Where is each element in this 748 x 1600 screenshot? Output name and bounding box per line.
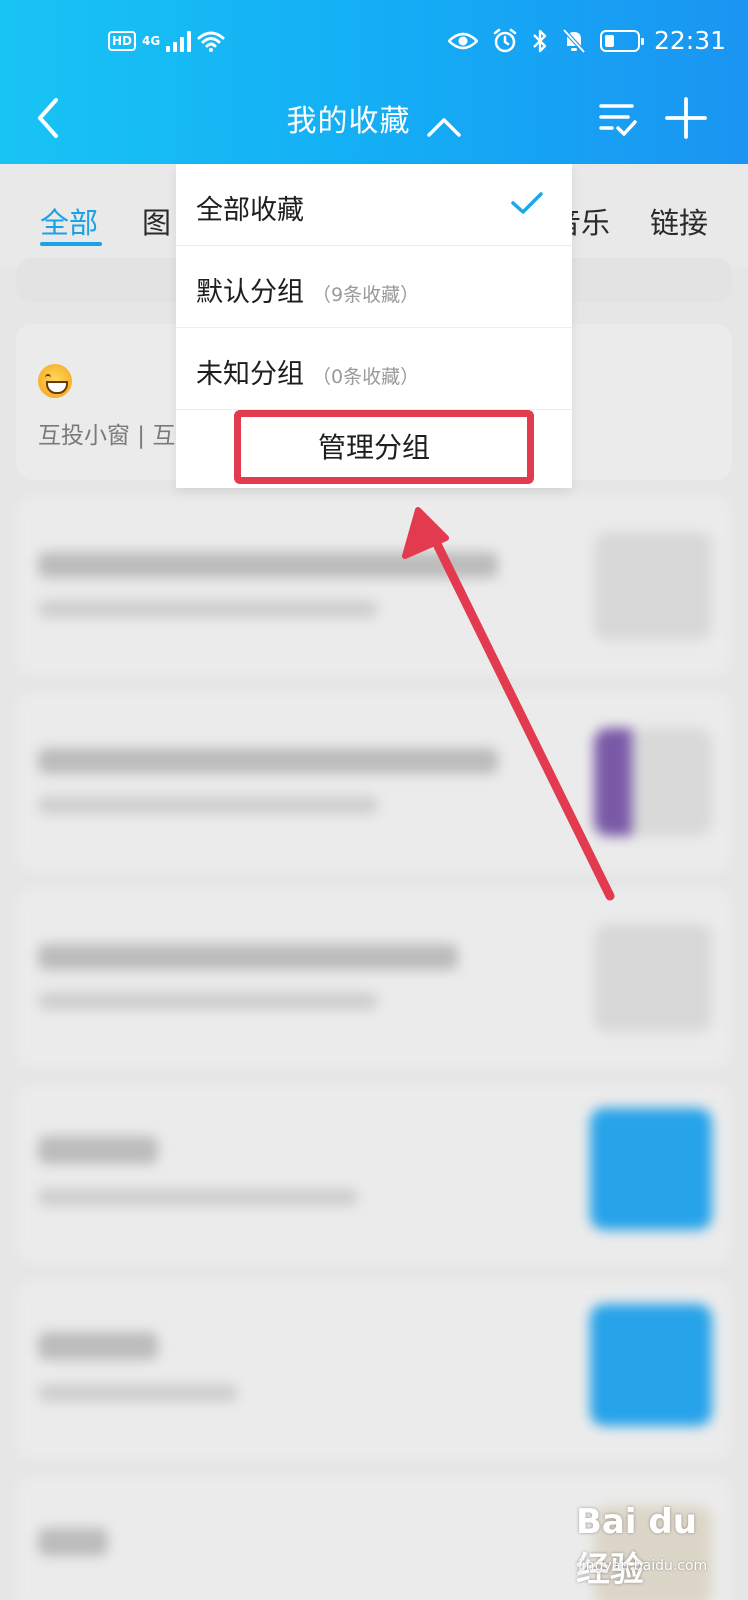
- dropdown-item-count: （9条收藏）: [312, 284, 420, 306]
- signal-icon: [166, 30, 192, 52]
- dropdown-item-label: 全部收藏: [196, 195, 304, 226]
- watermark-main: Bai du 经验: [576, 1502, 697, 1590]
- plus-icon[interactable]: [664, 96, 708, 140]
- list-item[interactable]: [16, 496, 732, 676]
- status-bar: HD 4G 22:31: [0, 22, 748, 62]
- baidu-watermark: Bai du 经验 jingyan.baidu.com: [572, 1502, 742, 1592]
- list-item[interactable]: [16, 692, 732, 872]
- alarm-icon: [493, 28, 517, 52]
- mute-icon: [562, 28, 586, 53]
- bluetooth-icon: [533, 29, 547, 52]
- list-item[interactable]: [16, 888, 732, 1068]
- dropdown-item-default-group[interactable]: 默认分组 （9条收藏）: [176, 246, 572, 328]
- dropdown-item-count: （0条收藏）: [312, 366, 420, 388]
- tab-all[interactable]: 全部: [40, 200, 98, 242]
- list-item[interactable]: [16, 1280, 732, 1460]
- dropdown-item-all[interactable]: 全部收藏: [176, 164, 572, 246]
- highlight-box: [234, 410, 534, 484]
- eye-icon: [447, 32, 478, 49]
- check-icon: [511, 192, 543, 214]
- page-title: 我的收藏: [286, 104, 411, 139]
- title-bar: 我的收藏: [0, 88, 748, 148]
- status-time: 22:31: [653, 26, 726, 55]
- dropdown-item-text: 默认分组 （9条收藏）: [196, 270, 419, 309]
- grin-emoji-icon: [38, 364, 72, 398]
- status-right: 22:31: [447, 26, 726, 55]
- network-type-label: 4G: [142, 34, 161, 48]
- tab-links[interactable]: 链接: [650, 200, 708, 242]
- hd-icon: HD: [108, 31, 137, 51]
- dropdown-item-label: 默认分组: [196, 277, 304, 308]
- card-source-text: 互投小窗 | 互: [38, 423, 176, 449]
- checklist-icon[interactable]: [598, 98, 638, 138]
- chevron-up-icon: [426, 117, 461, 137]
- app-header: HD 4G 22:31 我的收藏: [0, 0, 748, 164]
- dropdown-item-label: 未知分组: [196, 359, 304, 390]
- battery-icon: [599, 29, 644, 52]
- status-left: HD 4G: [108, 30, 225, 52]
- list-item[interactable]: [16, 1084, 732, 1264]
- dropdown-item-unknown-group[interactable]: 未知分组 （0条收藏）: [176, 328, 572, 410]
- tab-active-indicator: [40, 242, 102, 246]
- dropdown-item-text: 未知分组 （0条收藏）: [196, 352, 419, 391]
- tab-image[interactable]: 图: [142, 200, 171, 242]
- wifi-icon: [197, 31, 225, 52]
- watermark-sub: jingyan.baidu.com: [578, 1558, 708, 1574]
